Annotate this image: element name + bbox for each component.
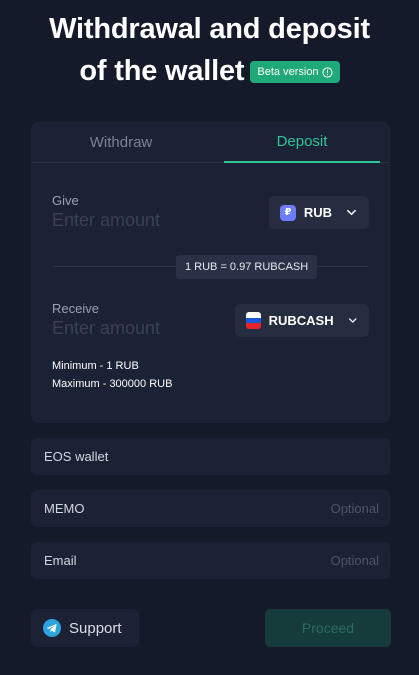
chevron-down-icon [347,209,356,216]
give-currency-code: RUB [303,205,333,220]
page-title-line1: Withdrawal and deposit [49,13,370,45]
support-button[interactable]: Support [31,609,139,647]
email-optional-hint: Optional [330,553,379,568]
eos-wallet-label: EOS wallet [44,449,109,464]
receive-currency-select[interactable]: RUBCASH [235,304,369,337]
give-label: Give [52,193,79,208]
tab-deposit[interactable]: Deposit [224,122,380,163]
memo-field[interactable]: MEMO Optional [31,490,390,527]
give-amount-input[interactable] [52,208,232,232]
telegram-icon [43,619,61,637]
page-title: Withdrawal and deposit of the wallet Bet… [0,8,419,92]
russia-flag-icon [246,312,261,329]
proceed-button[interactable]: Proceed [265,609,391,647]
eos-wallet-field[interactable]: EOS wallet [31,438,390,475]
minimum-limit: Minimum - 1 RUB [52,360,139,372]
info-circle-icon [321,66,333,78]
give-currency-select[interactable]: ₽ RUB [269,196,369,229]
maximum-limit: Maximum - 300000 RUB [52,378,173,390]
support-label: Support [69,619,122,637]
beta-badge: Beta version [250,61,340,83]
memo-optional-hint: Optional [330,501,379,516]
receive-label: Receive [52,301,99,316]
memo-label: MEMO [44,501,85,516]
email-label: Email [44,553,77,568]
exchange-rate-badge: 1 RUB = 0.97 RUBCASH [176,255,318,279]
chevron-down-icon [348,318,357,323]
email-field[interactable]: Email Optional [31,542,390,579]
exchange-card: Withdraw Deposit Give ₽ RUB 1 RUB = 0.97… [31,122,390,423]
tab-bar: Withdraw Deposit [31,122,390,163]
tab-withdraw[interactable]: Withdraw [31,122,211,163]
page-title-line2: of the wallet [79,55,245,87]
ruble-coin-icon: ₽ [280,204,296,221]
deposit-page: Withdrawal and deposit of the wallet Bet… [0,0,419,675]
receive-currency-code: RUBCASH [268,313,334,328]
beta-badge-label: Beta version [257,66,319,78]
receive-amount-input[interactable] [52,316,232,340]
page-title-line2-row: of the wallet Beta version [79,50,340,92]
